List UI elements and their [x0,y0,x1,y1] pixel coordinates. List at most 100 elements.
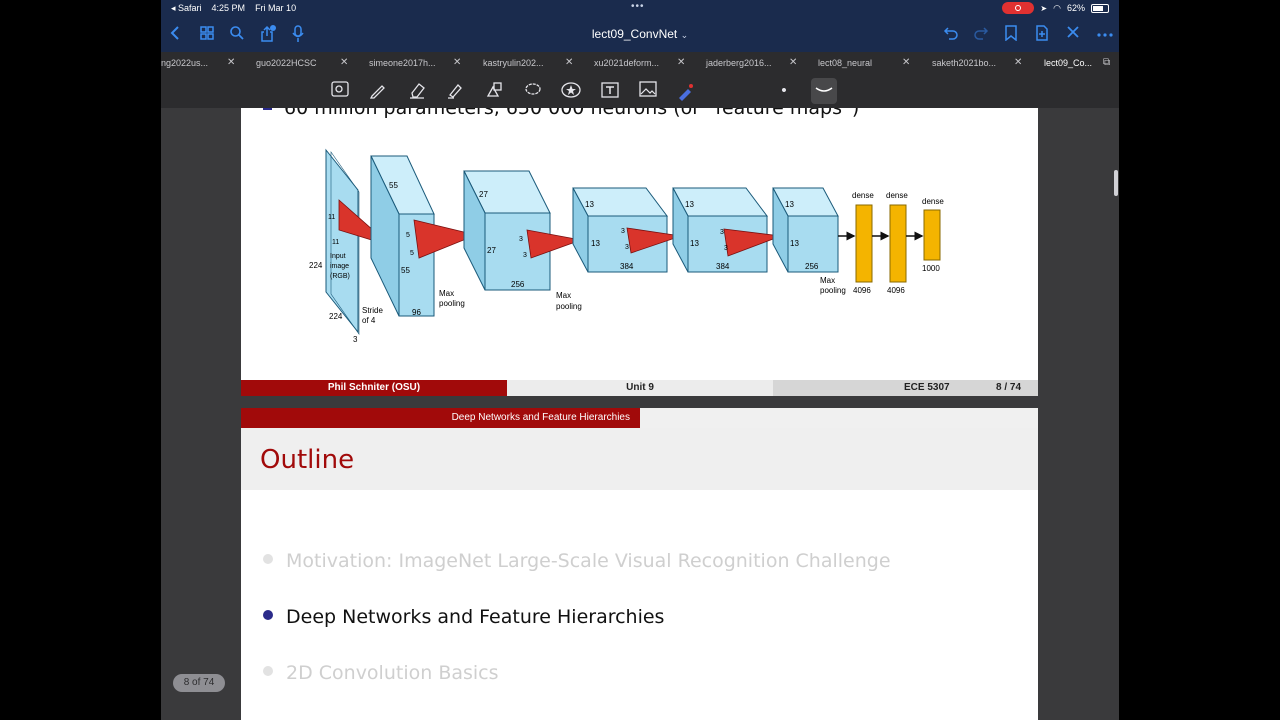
slide-page-9: Deep Networks and Feature Hierarchies Ou… [241,408,1038,720]
conv1-depth: 96 [412,308,421,317]
page-indicator[interactable]: 8 of 74 [173,674,225,692]
document-tab-bar: ng2022us... ✕ guo2022HCSC ✕ simeone2017h… [161,52,1119,74]
status-time: 4:25 PM [211,3,246,13]
conv4-kernel-b: 3 [724,245,728,252]
tab-1[interactable]: ng2022us... [161,58,208,68]
outline-item-text: 2D Convolution Basics [286,662,499,684]
dense2-size: 4096 [887,286,905,295]
tab-9-active[interactable]: lect09_Co... [1044,58,1092,68]
undo-icon[interactable] [943,25,959,46]
tab-2[interactable]: guo2022HCSC [256,58,317,68]
input-caption-2: image [330,263,349,270]
conv3-size-b: 13 [591,239,600,248]
pool1-label-2: pooling [439,299,465,308]
conv2-depth: 256 [511,280,525,289]
tab-close-icon[interactable]: ✕ [340,57,348,68]
add-page-icon[interactable] [1035,25,1049,46]
tab-close-icon[interactable]: ✕ [1014,57,1022,68]
navigation-bar: lect09_ConvNet ⌄ [161,16,1119,52]
text-box-icon[interactable] [599,81,621,101]
title-chevron-icon: ⌄ [680,30,689,40]
conv5-size-b: 13 [790,239,799,248]
footer-unit: Unit 9 [507,380,773,396]
shapes-icon[interactable] [483,81,505,101]
pen-size-dot-icon[interactable]: • [773,81,795,101]
conv5-depth: 256 [805,262,819,271]
input-caption-1: Input [330,253,346,260]
sticker-icon[interactable] [560,81,582,101]
home-indicator[interactable] [519,711,762,715]
tab-3[interactable]: simeone2017h... [369,58,436,68]
tab-7[interactable]: lect08_neural [818,58,872,68]
conv2-kernel-b: 3 [523,252,527,259]
tab-4[interactable]: kastryulin202... [483,58,544,68]
redo-icon[interactable] [973,25,989,46]
laser-pointer-icon[interactable] [675,81,697,101]
highlighter-icon[interactable] [444,81,466,101]
pool2-label-2: pooling [556,302,582,311]
tab-close-icon[interactable]: ✕ [565,57,573,68]
input-width-label: 224 [329,312,343,321]
bullet-dot-icon [263,610,273,620]
conv5-volume: 13 13 256 [772,187,839,273]
conv3-size-a: 13 [585,200,594,209]
stride-label-1: Stride [362,306,383,315]
eraser-icon[interactable] [406,81,428,101]
outline-item-text: Deep Networks and Feature Hierarchies [286,606,665,628]
section-header: Deep Networks and Feature Hierarchies [241,408,640,428]
conv1-size-a: 55 [389,181,398,190]
tab-5[interactable]: xu2021deform... [594,58,659,68]
tab-close-icon[interactable]: ✕ [453,57,461,68]
close-annotation-icon[interactable] [1066,25,1080,44]
tab-close-icon[interactable]: ✕ [677,57,685,68]
tab-close-icon[interactable]: ✕ [902,57,910,68]
back-to-app-link[interactable]: ◂ Safari [171,3,202,14]
dense3-size: 1000 [922,264,940,273]
input-depth-label: 3 [353,335,358,344]
ipad-screen: ◂ Safari 4:25 PM Fri Mar 10 ••• ➤ ◠ 62% [161,0,1119,720]
footer-course-page: ECE 5307 8 / 74 [773,380,1038,396]
footer-course: ECE 5307 [904,382,950,393]
image-insert-icon[interactable] [637,81,659,101]
lasso-icon[interactable] [522,81,544,101]
stride-label-2: of 4 [362,316,376,325]
scrollbar-thumb[interactable] [1114,170,1118,196]
image-to-text-icon[interactable] [329,81,351,101]
kernel11-label-a: 11 [328,214,335,221]
pen-icon[interactable] [367,81,389,101]
conv3-depth: 384 [620,262,634,271]
title-bar [241,428,1038,490]
tab-overview-icon[interactable]: ⧉ [1103,57,1110,68]
multitasking-dots-icon[interactable]: ••• [631,1,645,12]
outline-item: 2D Convolution Basics [263,662,499,684]
tab-close-icon[interactable]: ✕ [789,57,797,68]
tab-close-icon[interactable]: ✕ [227,57,235,68]
battery-icon [1091,3,1109,13]
conv1-volume: 55 55 5 5 96 [370,155,478,317]
location-icon: ➤ [1040,3,1048,13]
dense-layer-3: dense 1000 [922,197,944,273]
pool1-label-1: Max [439,289,454,298]
dense2-label: dense [886,191,908,200]
conv2-size-a: 27 [479,190,488,199]
pool3-label-1: Max [820,276,835,285]
conv1-kernel-a: 5 [406,232,410,239]
dense-layer-1: dense 4096 [852,191,874,295]
more-options-icon[interactable] [1097,25,1113,43]
alexnet-architecture-diagram: 224 224 3 11 11 Input image (RGB) Stride… [309,148,944,344]
conv3-kernel-b: 3 [625,244,629,251]
wifi-icon: ◠ [1053,2,1061,13]
bookmark-icon[interactable] [1004,25,1018,46]
pool3-label-2: pooling [820,286,846,295]
document-title-text: lect09_ConvNet [591,27,678,41]
dense1-size: 4096 [853,286,871,295]
tab-6[interactable]: jaderberg2016... [706,58,772,68]
selected-stroke-style-icon[interactable] [811,78,837,104]
tab-8[interactable]: saketh2021bo... [932,58,996,68]
dense1-label: dense [852,191,874,200]
footer-page-number: 8 / 74 [996,382,1022,393]
conv3-volume: 13 13 3 3 384 [572,187,682,273]
battery-percent: 62% [1066,3,1085,13]
kernel11-label-b: 11 [332,239,339,246]
outline-item-text: Motivation: ImageNet Large-Scale Visual … [286,550,891,572]
